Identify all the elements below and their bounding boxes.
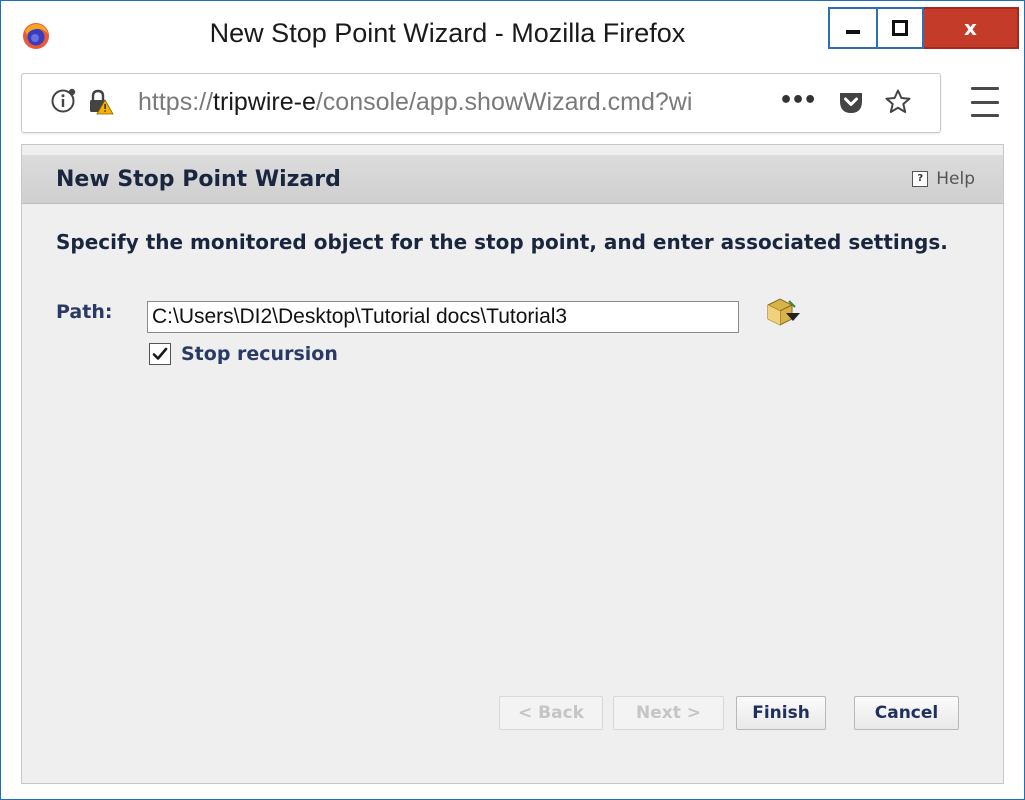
minimize-icon	[846, 30, 860, 34]
stop-recursion-label[interactable]: Stop recursion	[181, 343, 338, 365]
url-host: tripwire-e	[213, 88, 316, 116]
path-input[interactable]: C:\Users\DI2\Desktop\Tutorial docs\Tutor…	[147, 301, 739, 333]
next-button[interactable]: Next >	[613, 696, 724, 730]
stop-recursion-checkbox[interactable]	[149, 343, 171, 365]
title-bar[interactable]: New Stop Point Wizard - Mozilla Firefox …	[1, 1, 1024, 77]
path-label: Path:	[56, 301, 113, 323]
close-icon: x	[964, 16, 977, 40]
back-button[interactable]: < Back	[499, 696, 603, 730]
page-actions-icon[interactable]: •••	[779, 88, 817, 113]
bookmark-star-icon[interactable]	[884, 88, 912, 116]
checkmark-icon	[152, 347, 168, 360]
insecure-lock-icon[interactable]	[86, 88, 114, 116]
address-bar[interactable]: https://tripwire-e/console/app.showWizar…	[21, 73, 941, 133]
url-text[interactable]: https://tripwire-e/console/app.showWizar…	[138, 88, 768, 117]
close-button[interactable]: x	[924, 7, 1019, 49]
finish-button[interactable]: Finish	[736, 696, 826, 730]
url-scheme: https://	[138, 88, 214, 116]
window-title: New Stop Point Wizard - Mozilla Firefox	[209, 18, 686, 48]
pocket-icon[interactable]	[837, 88, 865, 116]
cancel-button[interactable]: Cancel	[854, 696, 959, 730]
browser-window: New Stop Point Wizard - Mozilla Firefox …	[0, 0, 1025, 800]
help-icon: ?	[912, 171, 929, 187]
browse-objects-icon[interactable]	[762, 293, 802, 329]
wizard-panel: New Stop Point Wizard ? Help Specify the…	[21, 144, 1004, 784]
url-path: /console/app.showWizard.cmd?wi	[315, 88, 693, 116]
help-label: Help	[936, 169, 975, 189]
maximize-button[interactable]	[876, 7, 924, 49]
info-icon[interactable]	[50, 88, 76, 114]
maximize-icon	[892, 20, 908, 36]
help-link[interactable]: ? Help	[912, 169, 975, 189]
firefox-logo-icon	[23, 23, 49, 49]
menu-icon[interactable]	[963, 87, 1007, 117]
wizard-header: New Stop Point Wizard ? Help	[22, 155, 1003, 204]
instruction-text: Specify the monitored object for the sto…	[56, 230, 948, 254]
minimize-button[interactable]	[828, 7, 876, 49]
wizard-title: New Stop Point Wizard	[56, 167, 341, 192]
